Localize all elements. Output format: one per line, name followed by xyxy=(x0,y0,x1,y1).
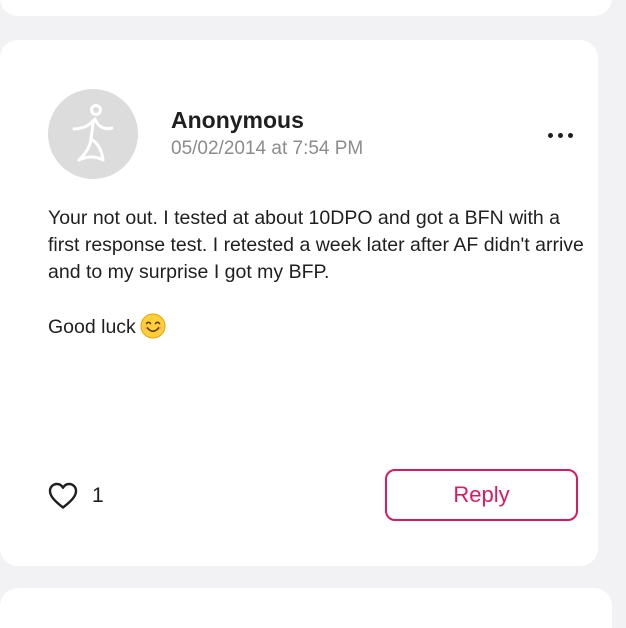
dot xyxy=(557,132,563,138)
heart-outline-icon xyxy=(48,482,78,509)
dot xyxy=(547,132,553,138)
like-count: 1 xyxy=(92,484,104,507)
comment-paragraph: Your not out. I tested at about 10DPO an… xyxy=(48,207,584,283)
anonymous-figure-icon xyxy=(72,104,114,162)
like-button[interactable]: 1 xyxy=(48,479,104,513)
comment-paragraph-with-emoji: Good luck xyxy=(48,313,593,347)
comment-timestamp: 05/02/2014 at 7:54 PM xyxy=(171,138,364,159)
author-name: Anonymous xyxy=(171,107,304,133)
previous-comment-card xyxy=(0,0,612,16)
next-comment-card xyxy=(0,588,612,628)
reply-button[interactable]: Reply xyxy=(385,469,578,521)
more-options-icon[interactable] xyxy=(538,122,582,148)
comment-body: Your not out. I tested at about 10DPO an… xyxy=(48,205,593,347)
avatar xyxy=(48,89,138,179)
comment-paragraph: Good luck xyxy=(48,316,136,338)
dot xyxy=(567,132,573,138)
smiling-face-icon xyxy=(140,313,166,347)
